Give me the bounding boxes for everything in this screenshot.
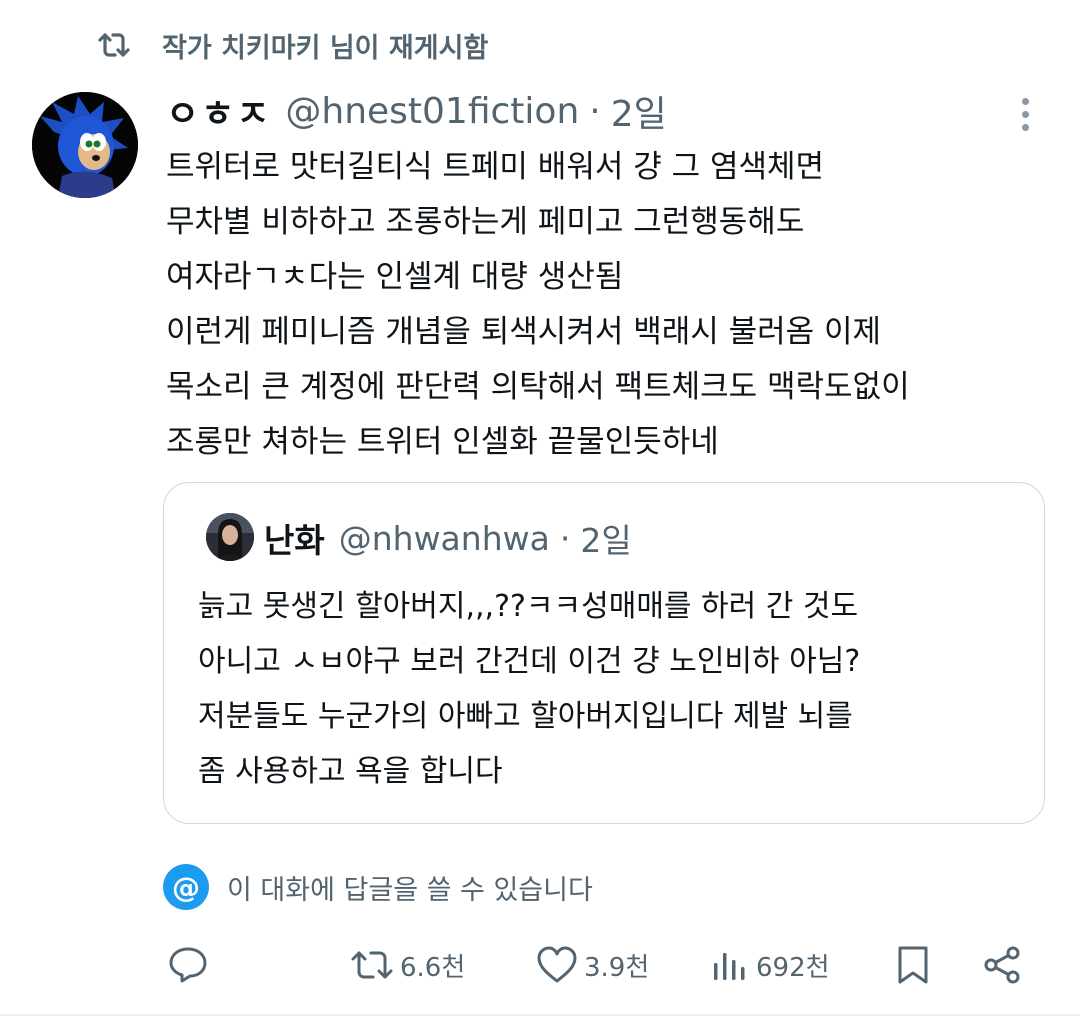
bookmark-button[interactable] [896,940,930,990]
repost-banner[interactable]: 작가 치키마키 님이 재게시함 [92,24,488,66]
reply-permission-text: 이 대화에 답글을 쓸 수 있습니다 [227,874,593,906]
views-icon [714,953,745,980]
quoted-tweet-header: 난화 @nhwanhwa · 2일 [264,513,632,563]
repost-icon [92,25,136,65]
tweet-header: ㅇㅎㅈ @hnest01fiction · 2일 [166,86,667,136]
tweet-timestamp[interactable]: 2일 [611,85,667,137]
quoted-tweet-timestamp[interactable]: 2일 [580,514,631,562]
share-icon [984,946,1020,984]
tweet-text-line: 조롱만 쳐하는 트위터 인셀화 끝물인듯하네 [166,424,719,460]
header-separator: · [589,90,601,132]
quoted-text-line: 늙고 못생긴 할아버지,,,??ㅋㅋ성매매를 하러 간 것도 [198,589,859,624]
like-button[interactable]: 3.9천 [536,940,649,990]
divider [0,1014,1080,1016]
author-handle[interactable]: @hnest01fiction [285,91,579,132]
quoted-author-avatar[interactable] [206,513,254,561]
like-count: 3.9천 [584,952,650,983]
views-count: 692천 [756,952,830,983]
quoted-author-display-name[interactable]: 난화 [264,514,325,562]
sonic-avatar-icon [32,92,138,198]
more-dot [1021,123,1029,131]
quoted-tweet-card[interactable]: 난화 @nhwanhwa · 2일 늙고 못생긴 할아버지,,,??ㅋㅋ성매매를… [163,482,1045,824]
tweet-text-line: 무차별 비하하고 조롱하는게 페미고 그런행동해도 [166,204,805,240]
author-display-name[interactable]: ㅇㅎㅈ [166,85,271,137]
tweet-text-line: 여자라ㄱㅊ다는 인셀계 대량 생산됨 [166,259,624,295]
quoted-text-line: 아니고 ㅅㅂ야구 보러 간건데 이건 걍 노인비하 아님? [198,644,861,679]
share-button[interactable] [982,940,1022,990]
tweet-text-line: 목소리 큰 계정에 판단력 의탁해서 팩트체크도 맥락도없이 [166,369,910,405]
repost-button[interactable]: 6.6천 [350,940,465,990]
bookmark-icon [898,946,928,984]
reply-button[interactable] [168,940,208,990]
views-button[interactable]: 692천 [712,940,830,990]
tweet-text-line: 이런게 페미니즘 개념을 퇴색시켜서 백래시 불러옴 이제 [166,314,882,350]
mention-icon: @ [163,864,209,910]
tweet-text: 트위터로 맛터길티식 트페미 배워서 걍 그 염색체면 무차별 비하하고 조롱하… [166,140,1066,470]
quoted-text-line: 좀 사용하고 욕을 합니다 [198,754,503,789]
repost-banner-text: 작가 치키마키 님이 재게시함 [162,32,489,64]
repost-count: 6.6천 [400,952,466,983]
profile-photo-icon [206,513,254,561]
heart-icon [537,946,577,983]
quoted-header-separator: · [559,518,571,558]
more-dot [1021,110,1029,118]
tweet-action-bar: 6.6천 3.9천 692천 [0,940,1080,990]
repost-icon [351,951,393,979]
quoted-author-handle[interactable]: @nhwanhwa [339,519,550,558]
more-options-icon[interactable] [1010,92,1040,136]
quoted-text-line: 저분들도 누군가의 아빠고 할아버지입니다 제발 뇌를 [198,699,853,734]
reply-icon [169,947,207,983]
author-avatar[interactable] [32,92,138,198]
more-dot [1021,97,1029,105]
tweet-text-line: 트위터로 맛터길티식 트페미 배워서 걍 그 염색체면 [166,149,825,185]
reply-permission-notice: @ 이 대화에 답글을 쓸 수 있습니다 [163,862,593,912]
quoted-tweet-text: 늙고 못생긴 할아버지,,,??ㅋㅋ성매매를 하러 간 것도 아니고 ㅅㅂ야구 … [198,579,1038,799]
